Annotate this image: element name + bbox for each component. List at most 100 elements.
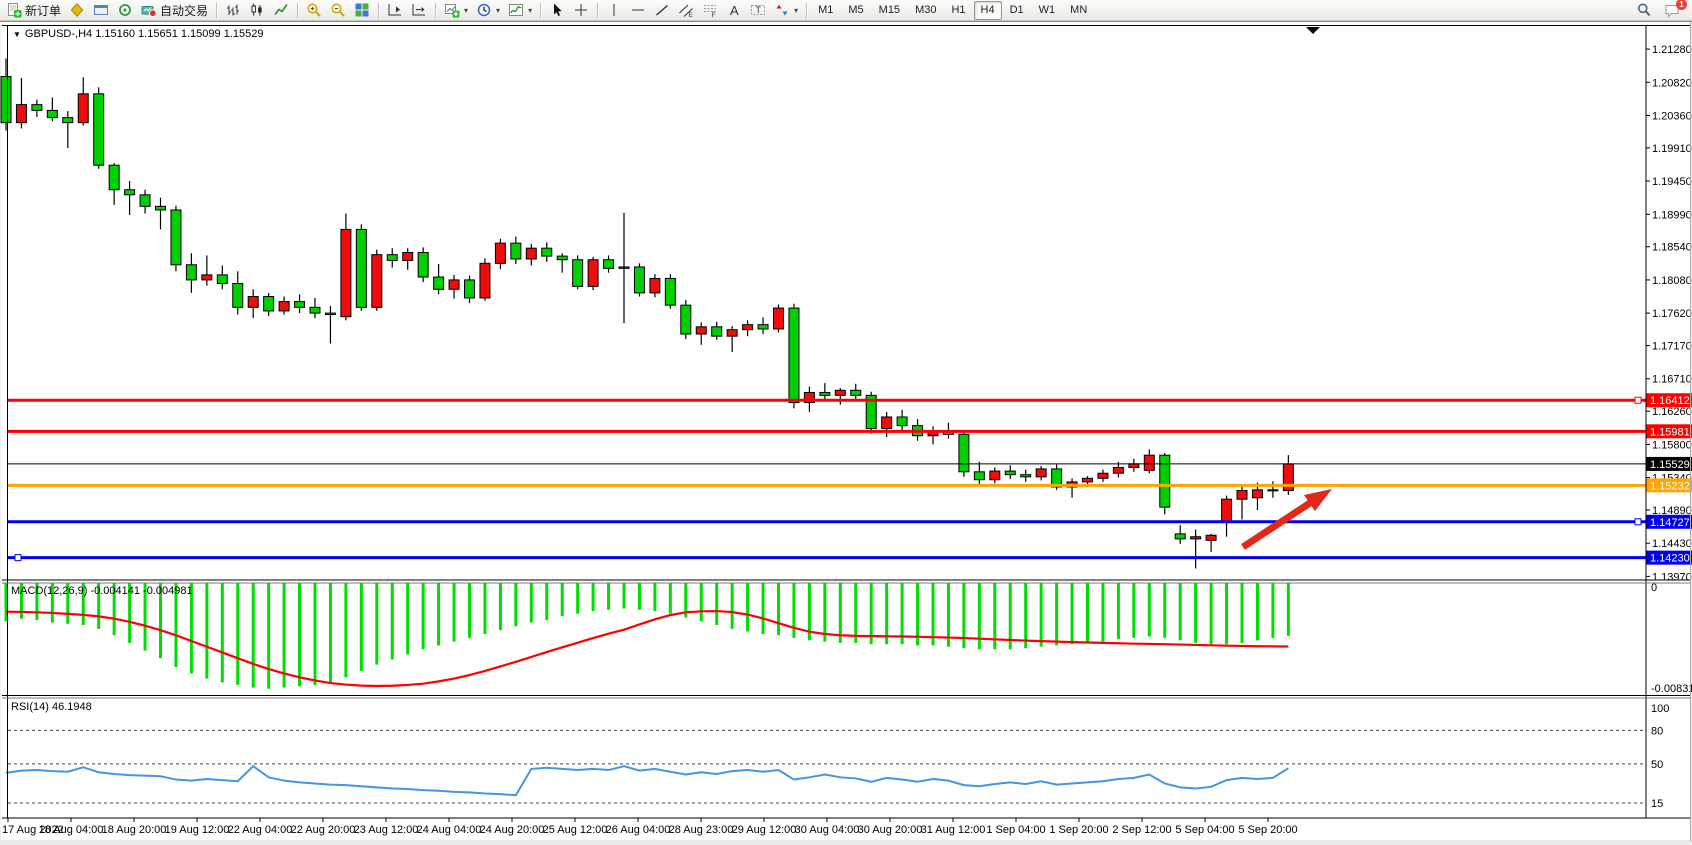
candle-body xyxy=(557,256,567,260)
channel-tool-button[interactable]: E xyxy=(674,0,698,21)
candle-body xyxy=(542,248,552,256)
macd-histogram-bar xyxy=(437,583,440,645)
candle xyxy=(573,255,583,289)
zoom-in-button[interactable] xyxy=(302,0,326,21)
label-tool-button[interactable]: T xyxy=(746,0,770,21)
market-watch-icon xyxy=(93,2,109,18)
price-tag-label: 1.15529 xyxy=(1650,459,1690,471)
candle-body xyxy=(681,305,691,334)
candle-body xyxy=(16,105,26,123)
indicators-icon xyxy=(508,2,524,18)
candle-body xyxy=(634,267,644,293)
tab-timeframe-W1[interactable]: W1 xyxy=(1032,1,1063,20)
macd-histogram-bar xyxy=(205,583,208,679)
tab-timeframe-M1[interactable]: M1 xyxy=(811,1,840,20)
time-axis-label: 1 Sep 04:00 xyxy=(986,824,1045,836)
line-handle[interactable] xyxy=(1635,397,1641,403)
chart-shift-button[interactable] xyxy=(407,0,431,21)
timeframe-strip: M1M5M15M30H1H4D1W1MN xyxy=(811,1,1094,20)
time-axis-label: 5 Sep 20:00 xyxy=(1238,824,1297,836)
macd-histogram-bar xyxy=(1071,583,1074,644)
candle-body xyxy=(1160,455,1170,507)
search-button[interactable] xyxy=(1632,0,1656,21)
vertical-line-tool-button[interactable] xyxy=(602,0,626,21)
chart-title: ▼GBPUSD-,H4 1.15160 1.15651 1.15099 1.15… xyxy=(13,28,263,40)
trendline-tool-button[interactable] xyxy=(650,0,674,21)
time-axis-label: 22 Aug 20:00 xyxy=(291,824,356,836)
horizontal-line-tool-button[interactable] xyxy=(626,0,650,21)
price-tag-label: 1.16412 xyxy=(1650,395,1690,407)
candle-body xyxy=(356,229,366,307)
symbol-dropdown-icon[interactable]: ▼ xyxy=(13,30,21,39)
arrows-tool-button[interactable]: ▾ xyxy=(770,0,802,21)
line-handle[interactable] xyxy=(1635,519,1641,525)
navigator-button[interactable] xyxy=(113,0,137,21)
zoom-out-button[interactable] xyxy=(326,0,350,21)
tab-timeframe-M30[interactable]: M30 xyxy=(908,1,943,20)
candle-body xyxy=(94,94,104,165)
candle xyxy=(1160,453,1170,514)
candle-body xyxy=(789,308,799,402)
macd-histogram-bar xyxy=(344,583,347,677)
candle-body xyxy=(109,165,119,190)
candle-body xyxy=(78,94,88,123)
market-watch-button[interactable] xyxy=(89,0,113,21)
tab-timeframe-H4[interactable]: H4 xyxy=(974,1,1002,20)
candle-body xyxy=(202,275,212,280)
price-tick-label: 1.18990 xyxy=(1652,209,1692,221)
macd-histogram-bar xyxy=(792,583,795,638)
vertical-line-icon xyxy=(606,2,622,18)
candlestick-icon xyxy=(249,2,265,18)
new-order-button[interactable]: 新订单 xyxy=(2,0,65,21)
indicators-button[interactable]: ▾ xyxy=(504,0,536,21)
candle-body xyxy=(1206,535,1216,540)
line-chart-mode-button[interactable] xyxy=(269,0,293,21)
time-axis-label: 18 Aug 04:00 xyxy=(39,824,104,836)
macd-histogram-bar xyxy=(839,583,842,643)
time-axis-label: 30 Aug 04:00 xyxy=(795,824,860,836)
periods-button[interactable]: ▾ xyxy=(472,0,504,21)
tab-timeframe-D1[interactable]: D1 xyxy=(1003,1,1031,20)
tile-windows-button[interactable] xyxy=(350,0,374,21)
candle-body xyxy=(264,297,274,311)
candle-body xyxy=(449,280,459,289)
auto-scroll-button[interactable] xyxy=(383,0,407,21)
macd-histogram-bar xyxy=(1148,583,1151,637)
cursor-tool-button[interactable] xyxy=(545,0,569,21)
tab-timeframe-MN[interactable]: MN xyxy=(1063,1,1094,20)
macd-histogram-bar xyxy=(870,583,873,644)
line-handle[interactable] xyxy=(15,555,21,561)
macd-histogram-bar xyxy=(267,583,270,689)
notifications-button[interactable]: 1 xyxy=(1660,0,1684,21)
candlestick-mode-button[interactable] xyxy=(245,0,269,21)
new-chart-button[interactable]: ▾ xyxy=(440,0,472,21)
profiles-button[interactable] xyxy=(65,0,89,21)
chart-area[interactable]: 1.212801.208201.203601.199101.194501.189… xyxy=(0,0,1692,845)
price-tick-label: 1.20360 xyxy=(1652,110,1692,122)
chart-symbol-period: GBPUSD-,H4 xyxy=(25,28,92,40)
price-tag: 1.14727 xyxy=(1647,515,1692,529)
tab-timeframe-M15[interactable]: M15 xyxy=(872,1,907,20)
crosshair-tool-button[interactable] xyxy=(569,0,593,21)
text-tool-button[interactable]: A xyxy=(722,0,746,21)
candle xyxy=(588,257,598,290)
price-tick-label: 1.19450 xyxy=(1652,176,1692,188)
time-axis-label: 19 Aug 12:00 xyxy=(165,824,230,836)
macd-histogram-bar xyxy=(314,583,317,685)
mt4-window: 新订单 自动交易 xyxy=(0,0,1692,845)
fibonacci-tool-button[interactable]: F xyxy=(698,0,722,21)
candle-body xyxy=(990,471,1000,480)
macd-histogram-bar xyxy=(1225,583,1228,644)
candle-body xyxy=(1268,490,1278,491)
tab-timeframe-M5[interactable]: M5 xyxy=(841,1,870,20)
autotrading-button[interactable]: 自动交易 xyxy=(137,0,212,21)
bar-chart-mode-button[interactable] xyxy=(221,0,245,21)
price-tick-label: 1.14430 xyxy=(1652,538,1692,550)
candle-body xyxy=(125,190,135,195)
candle-body xyxy=(1237,491,1247,500)
price-tick-label: 1.17170 xyxy=(1652,341,1692,353)
candle-body xyxy=(418,253,428,278)
tab-timeframe-H1[interactable]: H1 xyxy=(944,1,972,20)
candle-body xyxy=(897,417,907,426)
price-tag: 1.16412 xyxy=(1647,393,1692,407)
